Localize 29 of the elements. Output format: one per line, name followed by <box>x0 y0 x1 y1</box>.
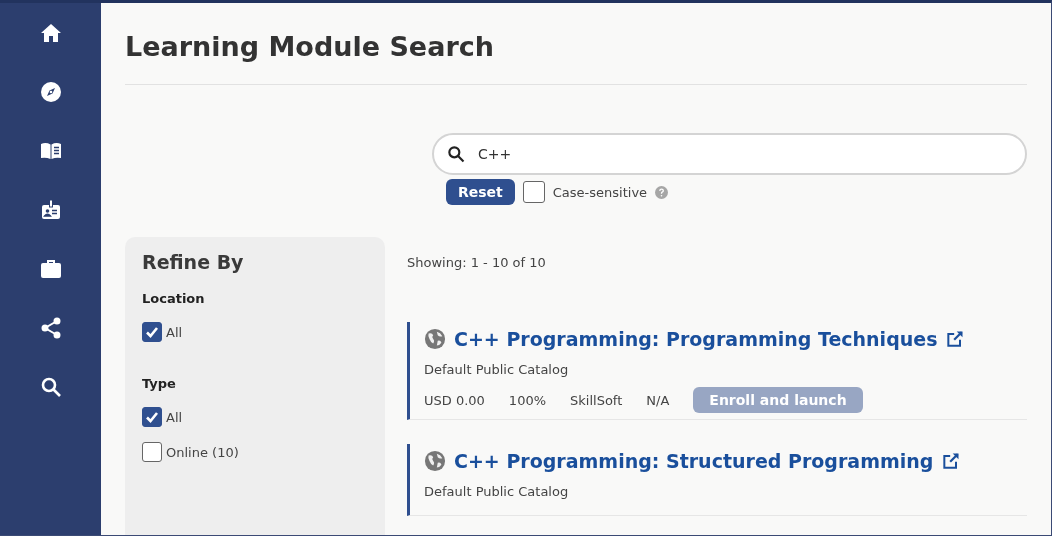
external-link-icon[interactable] <box>941 451 962 471</box>
external-link-icon[interactable] <box>945 329 966 349</box>
filter-heading: Type <box>142 376 177 391</box>
checkbox[interactable] <box>522 181 545 203</box>
option-label: All <box>166 324 183 340</box>
checkbox[interactable] <box>142 407 162 427</box>
search-input[interactable]: C++ <box>476 145 1013 163</box>
course-link[interactable]: C++ Programming: Structured Programming <box>454 450 934 472</box>
catalog-name: Default Public Catalog <box>424 362 570 377</box>
globe-icon <box>424 450 446 472</box>
catalog-name: Default Public Catalog <box>424 484 570 499</box>
globe-icon <box>424 328 446 350</box>
meta-value: N/A <box>646 392 670 408</box>
search-icon <box>446 144 466 164</box>
search-field[interactable]: C++ <box>432 133 1027 175</box>
vendor: SkillSoft <box>570 392 623 408</box>
panel-title: Refine By <box>142 251 245 273</box>
option-label: Online (10) <box>166 444 239 460</box>
course-link[interactable]: C++ Programming: Programming Techniques <box>454 328 938 350</box>
price: USD 0.00 <box>424 392 485 408</box>
percent: 100% <box>508 392 547 408</box>
results-count: Showing: 1 - 10 of 10 <box>407 255 547 270</box>
checkbox[interactable] <box>142 322 162 342</box>
filter-heading: Location <box>142 291 206 306</box>
reset-button[interactable]: Reset <box>446 179 515 205</box>
option-label: All <box>166 409 183 425</box>
checkbox-label: Case-sensitive <box>552 184 648 200</box>
checkbox[interactable] <box>142 442 162 462</box>
page-title: Learning Module Search <box>125 3 1027 85</box>
